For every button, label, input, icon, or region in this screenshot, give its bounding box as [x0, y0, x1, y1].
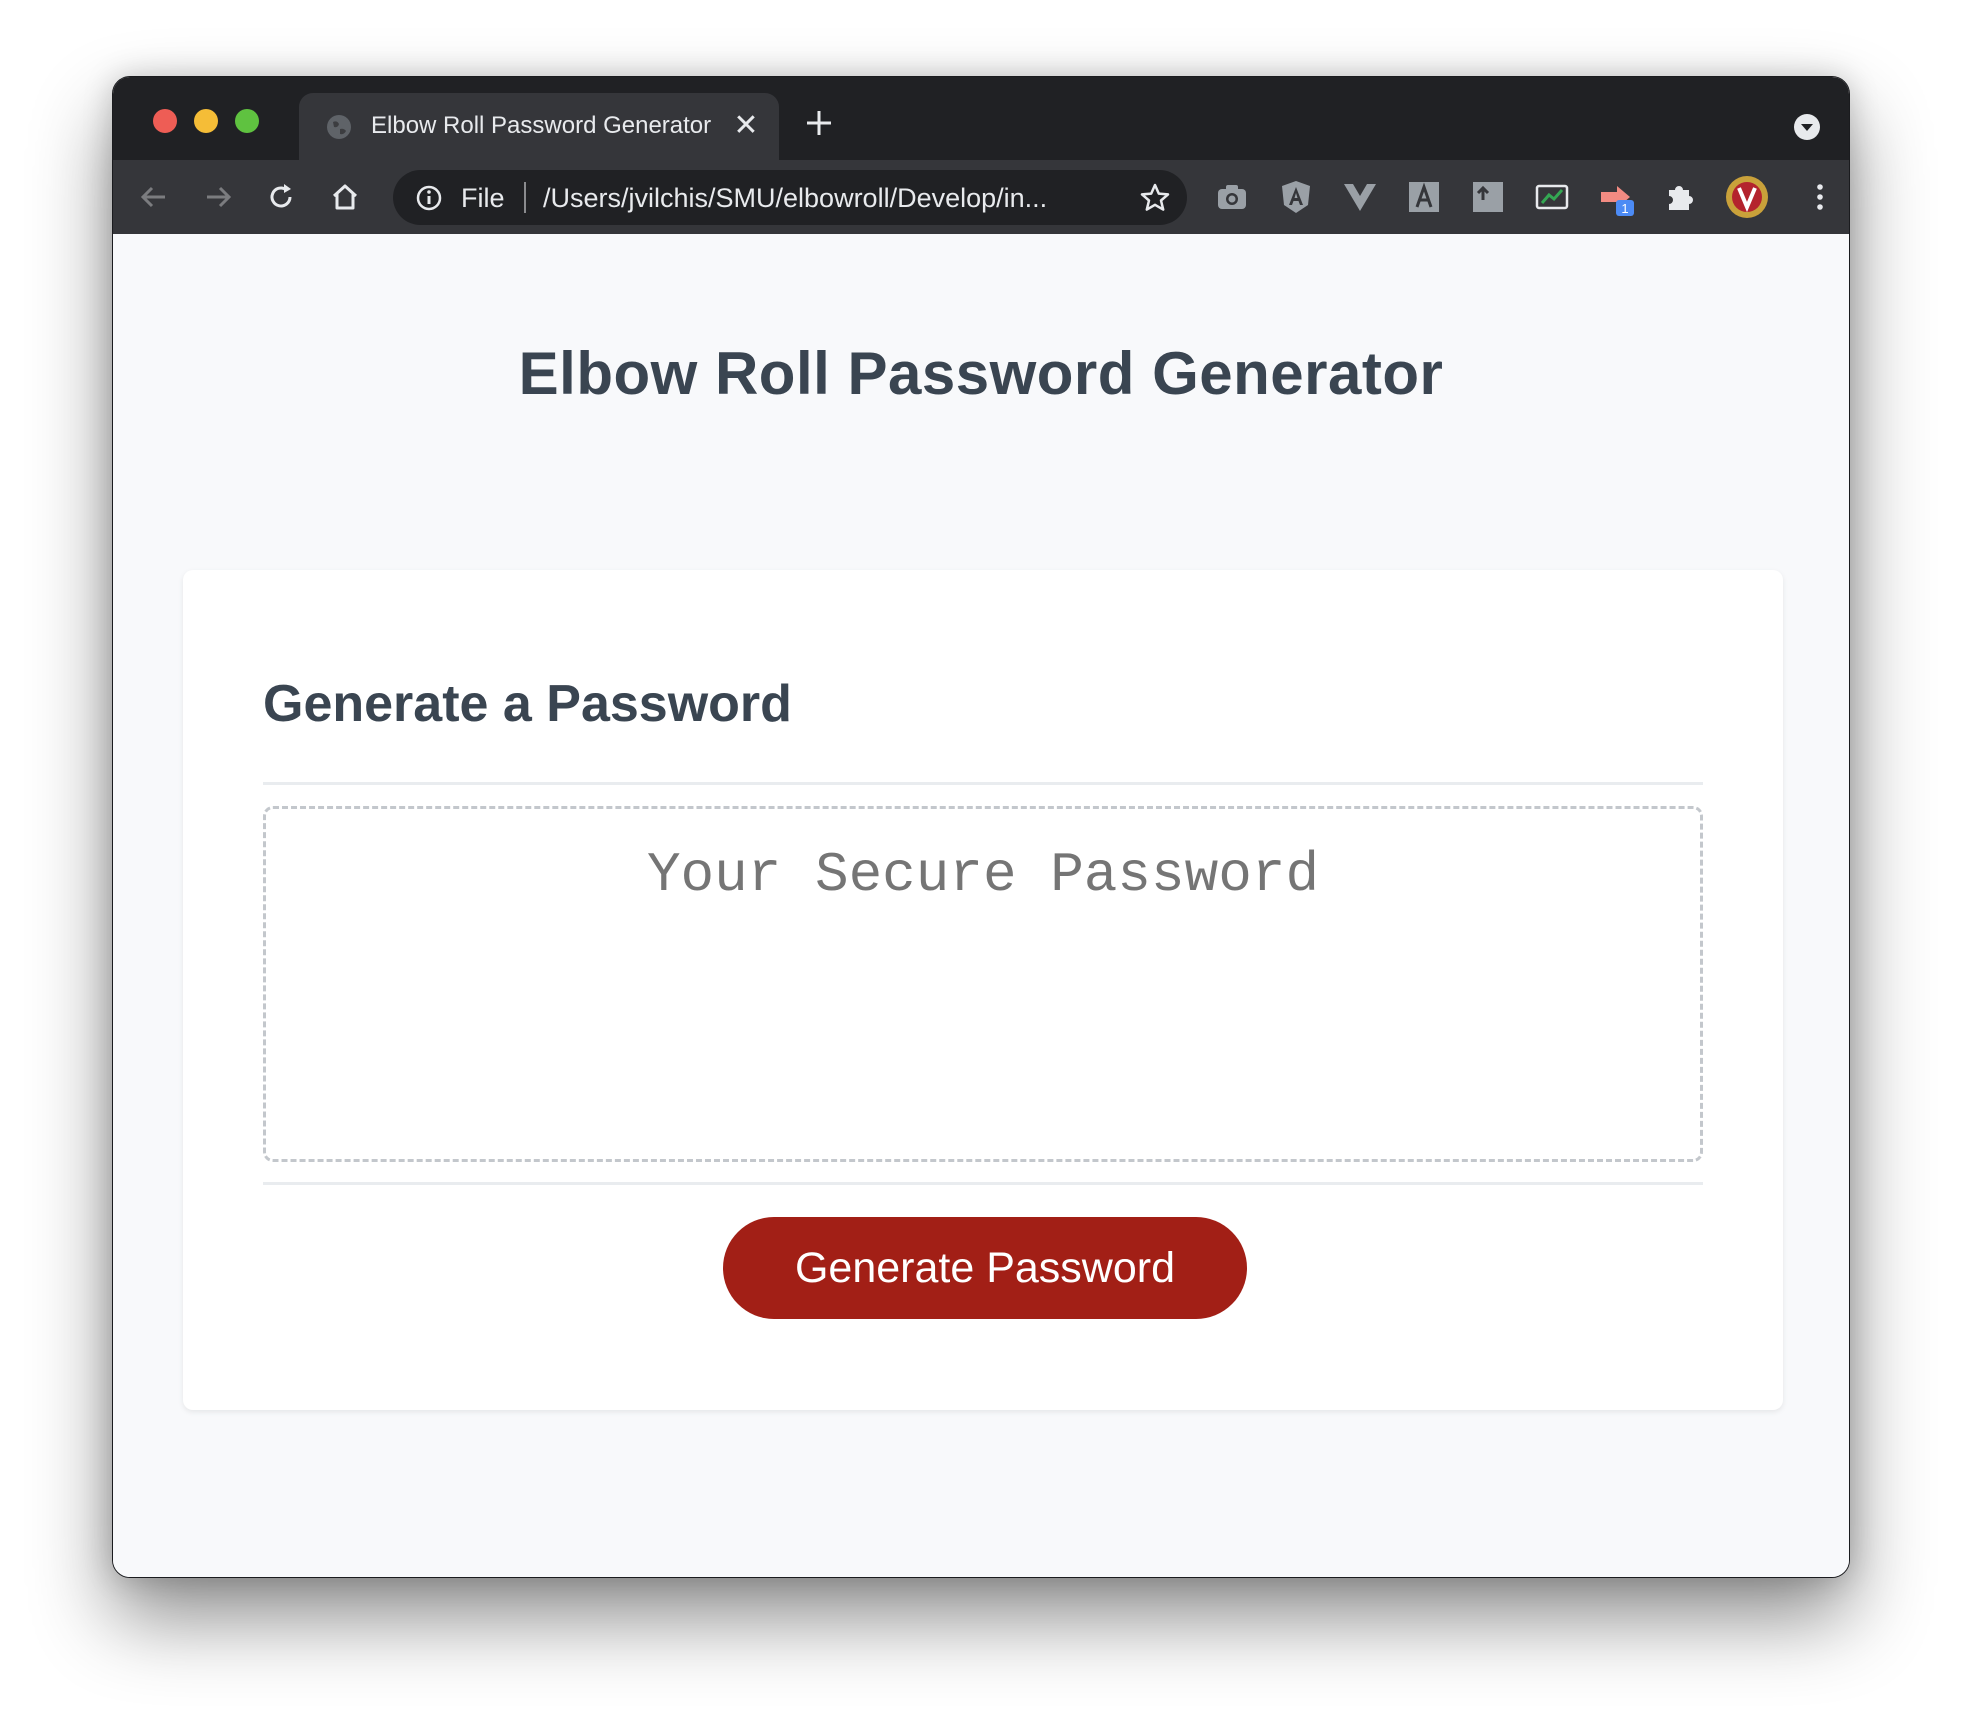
globe-icon [327, 115, 351, 139]
page-title: Elbow Roll Password Generator [518, 340, 1444, 407]
share-extension-icon[interactable]: 1 [1597, 178, 1635, 216]
card-divider-top [263, 782, 1703, 785]
extension-badge: 1 [1621, 201, 1628, 216]
generator-card: Generate a Password Generate Password [183, 570, 1783, 1410]
font-extension-icon[interactable] [1405, 178, 1443, 216]
back-icon[interactable] [137, 180, 171, 214]
omnibox-divider [524, 182, 526, 213]
info-icon[interactable] [415, 184, 443, 212]
password-output[interactable] [263, 806, 1703, 1162]
reload-icon[interactable] [264, 180, 298, 214]
url-text[interactable]: /Users/jvilchis/SMU/elbowroll/Develop/in… [543, 183, 1047, 214]
chart-extension-icon[interactable] [1533, 178, 1571, 216]
card-header: Generate a Password [263, 675, 792, 733]
tab-search-icon[interactable] [1793, 113, 1821, 141]
forward-icon[interactable] [201, 180, 235, 214]
tab-active[interactable]: Elbow Roll Password Generator ✕ [299, 93, 779, 160]
camera-extension-icon[interactable] [1213, 178, 1251, 216]
close-tab-icon[interactable]: ✕ [731, 111, 761, 141]
profile-avatar[interactable] [1725, 175, 1769, 219]
bookmark-star-icon[interactable] [1139, 182, 1171, 214]
url-scheme: File [461, 183, 505, 213]
extensions-puzzle-icon[interactable] [1661, 178, 1699, 216]
browser-toolbar: File /Users/jvilchis/SMU/elbowroll/Devel… [113, 160, 1849, 234]
new-tab-icon[interactable] [803, 107, 835, 139]
tab-title: Elbow Roll Password Generator [371, 112, 712, 139]
browser-window: Elbow Roll Password Generator ✕ File /Us… [112, 76, 1850, 1578]
close-window-button[interactable] [153, 109, 177, 133]
upload-extension-icon[interactable] [1469, 178, 1507, 216]
more-menu-icon[interactable] [1801, 178, 1839, 216]
generate-password-button[interactable]: Generate Password [723, 1217, 1247, 1319]
minimize-window-button[interactable] [194, 109, 218, 133]
maximize-window-button[interactable] [235, 109, 259, 133]
vue-extension-icon[interactable] [1341, 178, 1379, 216]
address-bar[interactable]: File /Users/jvilchis/SMU/elbowroll/Devel… [393, 170, 1187, 225]
page-viewport: Elbow Roll Password Generator Generate a… [113, 234, 1849, 1577]
angular-extension-icon[interactable] [1277, 178, 1315, 216]
tab-strip: Elbow Roll Password Generator ✕ [113, 77, 1849, 160]
card-divider-bottom [263, 1182, 1703, 1185]
home-icon[interactable] [328, 180, 362, 214]
